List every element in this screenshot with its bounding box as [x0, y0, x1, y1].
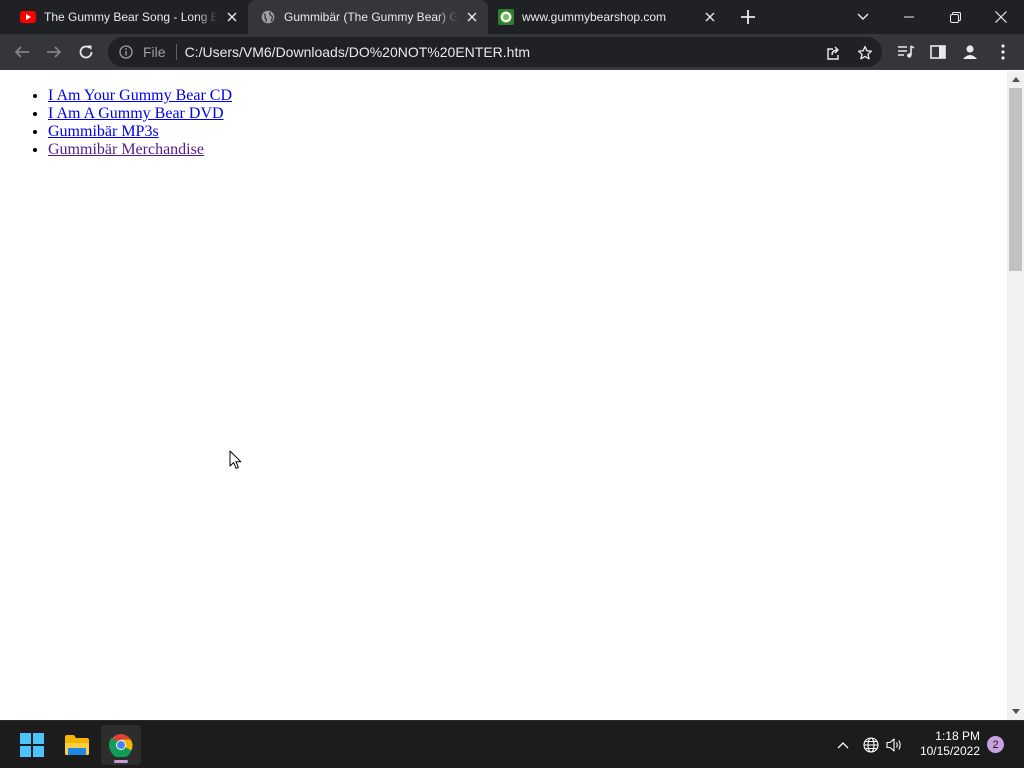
mouse-cursor-icon: [229, 450, 242, 469]
globe-icon: [260, 9, 276, 25]
volume-icon[interactable]: [885, 735, 905, 755]
media-control-icon[interactable]: [896, 42, 916, 62]
scheme-label: File: [143, 44, 166, 60]
reload-button[interactable]: [72, 38, 100, 66]
vertical-scrollbar[interactable]: [1007, 71, 1024, 720]
tab-title: www.gummybearshop.com: [522, 10, 667, 24]
clock-date: 10/15/2022: [919, 744, 980, 758]
new-tab-button[interactable]: [738, 7, 758, 27]
tab-gallery[interactable]: Gummibär (The Gummy Bear) Gallery: [248, 0, 488, 34]
share-icon[interactable]: [824, 44, 842, 62]
network-globe-icon[interactable]: [861, 735, 881, 755]
tab-strip: The Gummy Bear Song - Long English Versi…: [0, 0, 1024, 34]
show-hidden-icons-icon[interactable]: [833, 735, 853, 755]
minimize-icon: [904, 16, 914, 18]
chevron-down-icon: [857, 13, 869, 20]
tab-search-button[interactable]: [840, 0, 886, 34]
list-item: I Am Your Gummy Bear CD: [48, 87, 232, 105]
scrollbar-thumb[interactable]: [1009, 88, 1022, 271]
link-gummy-bear-cd[interactable]: I Am Your Gummy Bear CD: [48, 87, 232, 104]
chrome-icon: [109, 734, 133, 757]
address-bar[interactable]: File C:/Users/VM6/Downloads/DO%20NOT%20E…: [108, 37, 882, 67]
page-viewport: I Am Your Gummy Bear CD I Am A Gummy Bea…: [0, 71, 1007, 720]
side-panel-icon[interactable]: [928, 42, 948, 62]
tab-youtube[interactable]: The Gummy Bear Song - Long English Versi…: [8, 0, 248, 34]
close-icon: [995, 11, 1007, 23]
list-item: Gummibär MP3s: [48, 123, 232, 141]
restore-icon: [949, 11, 961, 23]
link-gummibar-merchandise[interactable]: Gummibär Merchandise: [48, 141, 204, 158]
list-item: Gummibär Merchandise: [48, 141, 232, 159]
clock-time: 1:18 PM: [935, 729, 980, 743]
list-item: I Am A Gummy Bear DVD: [48, 105, 232, 123]
info-icon[interactable]: [118, 44, 134, 60]
browser-toolbar: File C:/Users/VM6/Downloads/DO%20NOT%20E…: [0, 34, 1024, 70]
back-button[interactable]: [8, 38, 36, 66]
close-tab-icon[interactable]: [702, 9, 718, 25]
notification-badge[interactable]: 2: [987, 736, 1004, 753]
active-app-indicator: [114, 760, 128, 763]
restore-button[interactable]: [932, 0, 978, 34]
tab-title: The Gummy Bear Song - Long English Versi…: [44, 10, 218, 24]
chrome-button[interactable]: [101, 725, 141, 765]
youtube-icon: [20, 9, 36, 25]
file-explorer-icon: [65, 735, 89, 755]
close-window-button[interactable]: [978, 0, 1024, 34]
file-explorer-button[interactable]: [57, 725, 97, 765]
reload-icon: [79, 45, 93, 59]
close-tab-icon[interactable]: [464, 9, 480, 25]
windows-taskbar: 1:18 PM 10/15/2022: [0, 720, 1024, 768]
back-arrow-icon: [14, 46, 29, 58]
link-gummy-bear-dvd[interactable]: I Am A Gummy Bear DVD: [48, 105, 224, 122]
windows-start-icon: [20, 733, 44, 757]
scroll-up-icon[interactable]: [1007, 71, 1024, 88]
plus-icon: [741, 10, 755, 24]
close-tab-icon[interactable]: [224, 9, 240, 25]
start-button[interactable]: [12, 725, 52, 765]
minimize-button[interactable]: [886, 0, 932, 34]
url-text[interactable]: C:/Users/VM6/Downloads/DO%20NOT%20ENTER.…: [185, 44, 530, 60]
tab-title: Gummibär (The Gummy Bear) Gallery: [284, 10, 458, 24]
scroll-down-icon[interactable]: [1007, 703, 1024, 720]
bookmark-star-icon[interactable]: [856, 44, 874, 62]
gummybear-shop-icon: [498, 9, 514, 25]
forward-arrow-icon: [47, 46, 62, 58]
tab-gummybearshop[interactable]: www.gummybearshop.com: [486, 0, 726, 34]
system-clock[interactable]: 1:18 PM 10/15/2022: [912, 729, 980, 759]
link-gummibar-mp3s[interactable]: Gummibär MP3s: [48, 123, 159, 140]
profile-icon[interactable]: [960, 42, 980, 62]
link-list: I Am Your Gummy Bear CD I Am A Gummy Bea…: [48, 87, 232, 159]
forward-button[interactable]: [40, 38, 68, 66]
address-divider: [175, 44, 177, 60]
more-menu-icon[interactable]: [993, 42, 1013, 62]
